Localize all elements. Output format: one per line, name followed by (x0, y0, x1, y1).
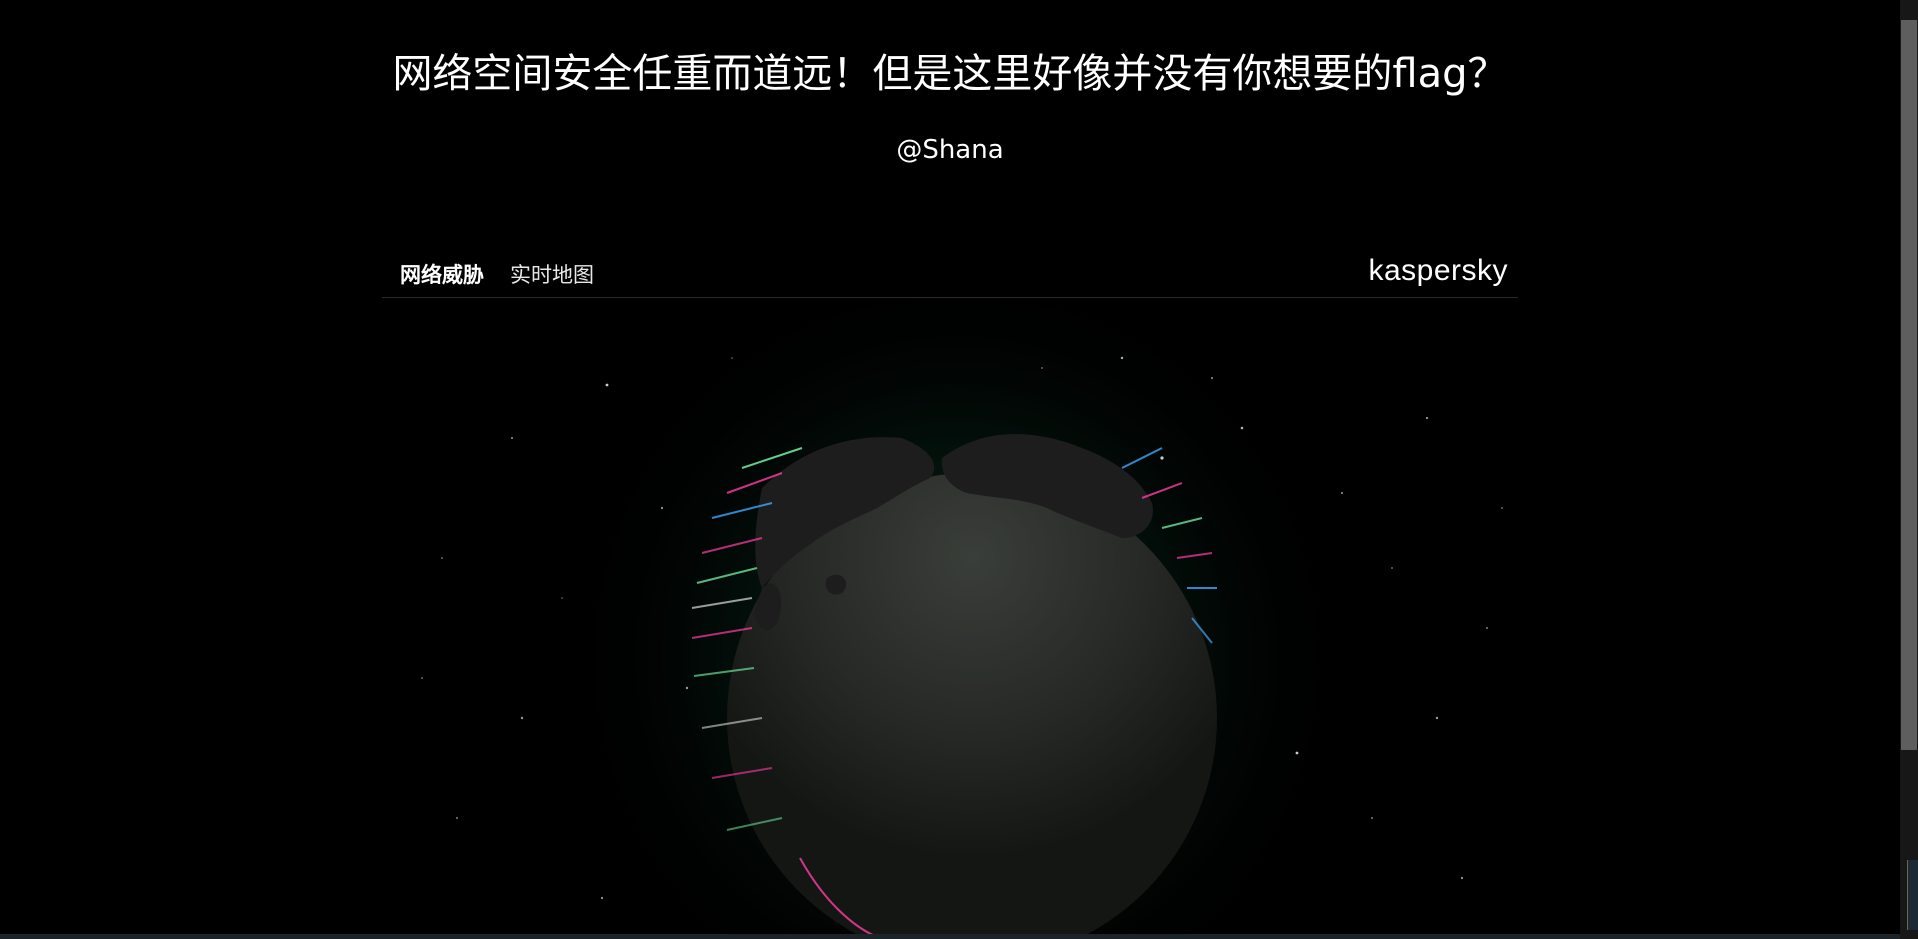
corner-widget (1907, 860, 1918, 930)
threat-map-canvas[interactable] (382, 298, 1518, 939)
page-headline: 网络空间安全任重而道远！但是这里好像并没有你想要的flag？ (392, 51, 1508, 97)
author-credit: @Shana (896, 135, 1004, 165)
page-scrollbar-thumb[interactable] (1901, 20, 1917, 750)
threat-map-embed[interactable]: 网络威胁 实时地图 kaspersky (382, 244, 1518, 939)
globe-icon[interactable] (382, 298, 1518, 939)
bottom-strip (0, 934, 1900, 939)
map-title-bold: 网络威胁 (400, 262, 484, 287)
threat-map-header: 网络威胁 实时地图 kaspersky (382, 244, 1518, 298)
kaspersky-logo[interactable]: kaspersky (1368, 254, 1508, 288)
map-title-light: 实时地图 (510, 263, 594, 287)
page-scrollbar[interactable] (1900, 0, 1918, 939)
page: 网络空间安全任重而道远！但是这里好像并没有你想要的flag？ @Shana 网络… (0, 0, 1918, 939)
